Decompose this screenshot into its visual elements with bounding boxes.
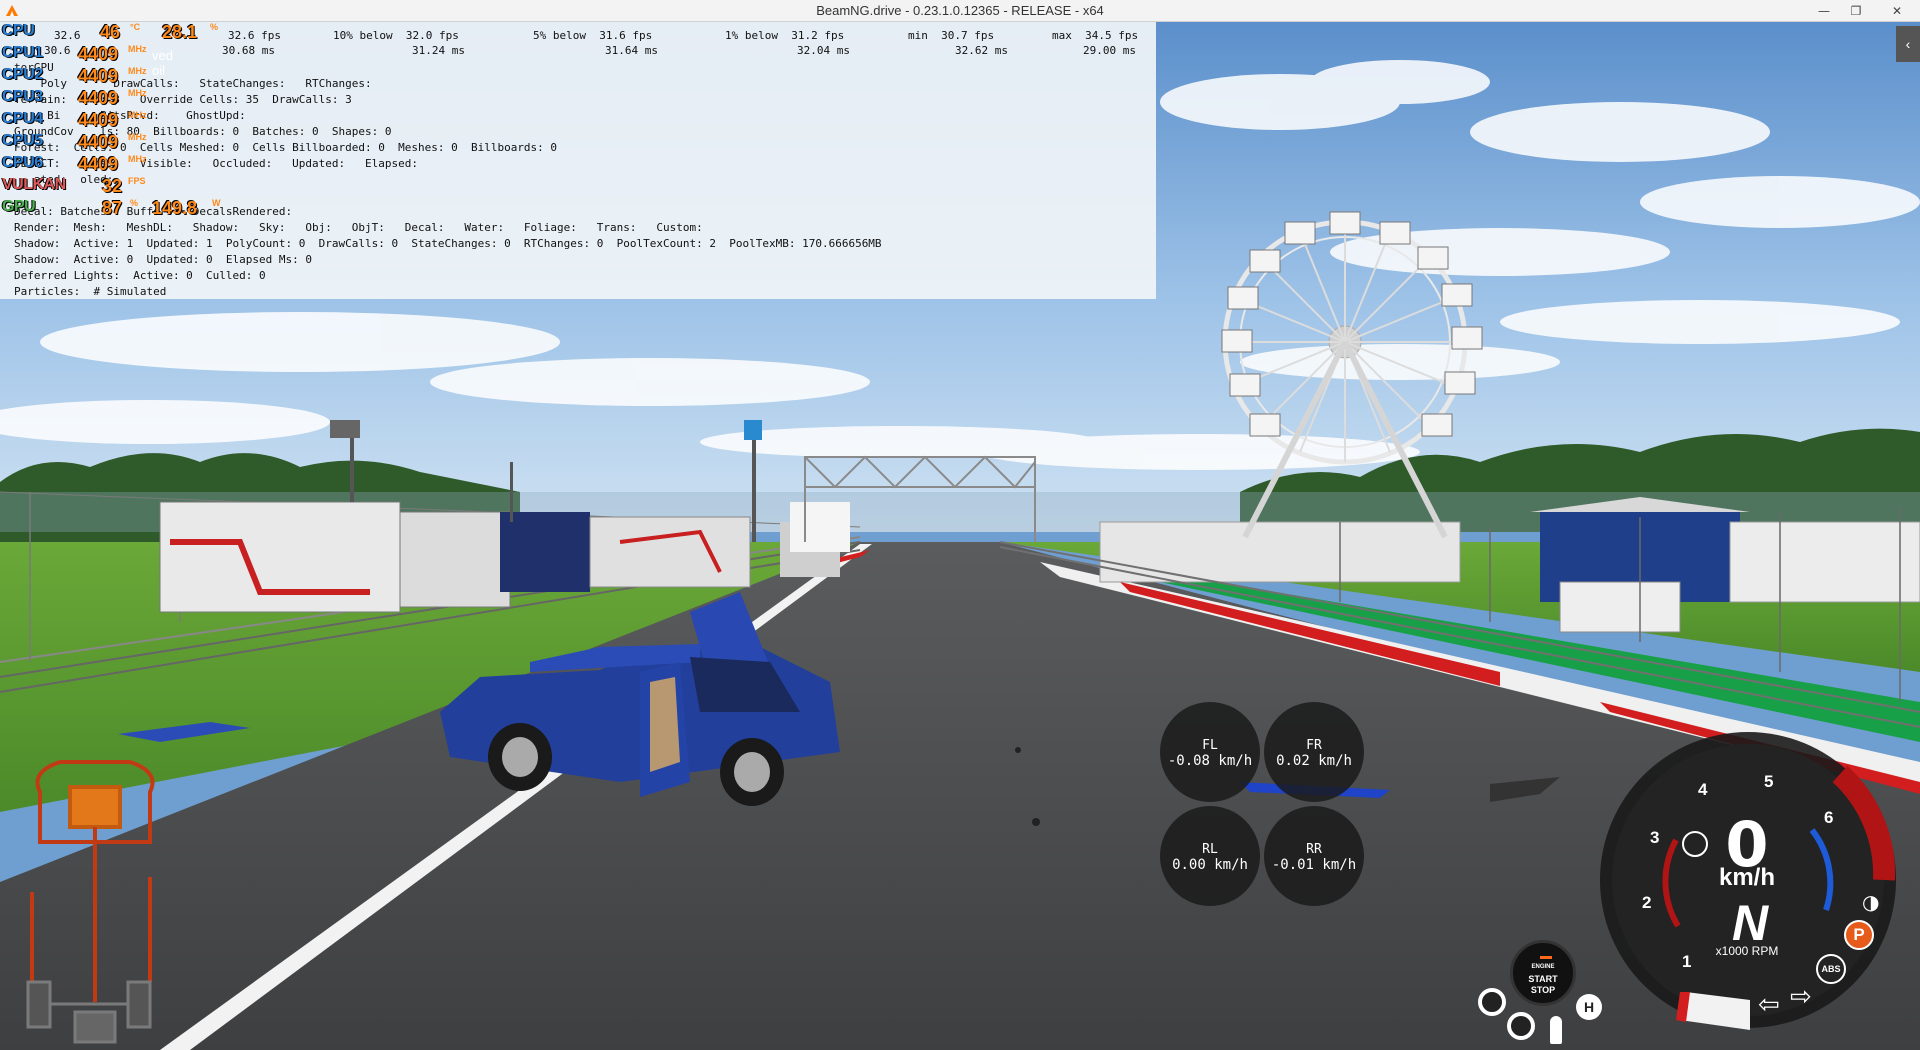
hardware-monitor-overlay: CPU 46 °C 28.1 % CPU1 4409 MHz ved oil C… xyxy=(0,22,240,218)
debug-line: Render: Mesh: MeshDL: Shadow: Sky: Obj: … xyxy=(14,221,703,234)
fps-1pct: 1% below 31.2 fps xyxy=(725,29,845,42)
stop-label: STOP xyxy=(1530,985,1556,995)
engine-label: ENGINE xyxy=(1531,964,1555,970)
fps-max: max 34.5 fps xyxy=(1052,29,1139,42)
ab-unit: FPS xyxy=(128,176,146,186)
ab-cpu-temp: 46 xyxy=(100,22,121,42)
parking-label: P xyxy=(1853,925,1865,944)
side-panel-toggle[interactable]: ‹ xyxy=(1896,26,1920,62)
ab-clock: 4409 xyxy=(78,154,119,174)
wheel-speed: 0.00 km/h xyxy=(1172,857,1248,873)
ab-clock: 4409 xyxy=(78,66,119,86)
ms-max: 29.00 ms xyxy=(1083,44,1136,57)
wheel-speed-fl: FL -0.08 km/h xyxy=(1160,702,1260,802)
wheel-label: RL xyxy=(1202,842,1218,857)
ab-label: CPU xyxy=(2,22,35,39)
engine-start-stop-button[interactable]: ENGINE START STOP xyxy=(1510,940,1576,1006)
wheel-speed-rr: RR -0.01 km/h xyxy=(1264,806,1364,906)
ms-5pct: 31.64 ms xyxy=(605,44,658,57)
fps-10pct: 10% below 32.0 fps xyxy=(333,29,459,42)
abs-label: ABS xyxy=(1821,964,1841,974)
ab-cpu-load: 28.1 xyxy=(162,22,198,42)
ab-unit: MHz xyxy=(128,110,147,120)
ab-clock: 4409 xyxy=(78,110,119,130)
wheel-speed: -0.08 km/h xyxy=(1167,753,1253,769)
abs-icon: ABS xyxy=(1816,954,1846,984)
ab-label: VULKAN xyxy=(2,176,66,193)
ab-unit: W xyxy=(212,198,221,208)
ms-min: 32.62 ms xyxy=(955,44,1008,57)
close-button[interactable]: ✕ xyxy=(1874,0,1920,22)
ab-unit: MHz xyxy=(128,132,147,142)
ab-gpu-power: 149.8 xyxy=(152,198,198,218)
debug-line: Particles: # Simulated xyxy=(14,285,167,298)
rpm-label: x1000 RPM xyxy=(1715,944,1779,958)
wheel-label: FL xyxy=(1202,738,1218,753)
rpm-tick: 3 xyxy=(1650,828,1660,847)
fps-5pct: 5% below 31.6 fps xyxy=(533,29,653,42)
hold-icon: H xyxy=(1576,994,1602,1020)
debug-line: Shadow: Active: 1 Updated: 1 PolyCount: … xyxy=(14,237,882,250)
ab-unit: MHz xyxy=(128,154,147,164)
ab-label: CPU4 xyxy=(2,110,43,127)
steering-icon xyxy=(1550,1016,1562,1044)
arrow-right-icon: ⇨ xyxy=(1790,982,1812,1012)
ms-10pct: 31.24 ms xyxy=(412,44,465,57)
tire-icon xyxy=(1507,1012,1535,1040)
ab-clock: 4409 xyxy=(78,88,119,108)
start-label: START xyxy=(1528,974,1558,984)
rpm-tick: 2 xyxy=(1642,893,1652,912)
wheel-label: FR xyxy=(1306,738,1322,753)
ab-label: CPU6 xyxy=(2,154,43,171)
ms-1pct: 32.04 ms xyxy=(797,44,850,57)
fps-min: min 30.7 fps xyxy=(908,29,995,42)
ab-label: GPU xyxy=(2,198,36,215)
wheel-speed: 0.02 km/h xyxy=(1276,753,1352,769)
ab-fps: 32 xyxy=(102,176,123,196)
tire-icon xyxy=(1478,988,1506,1016)
wheel-label: RR xyxy=(1306,842,1322,857)
engine-indicator-light xyxy=(1540,956,1552,959)
ab-clock: 4409 xyxy=(78,132,119,152)
ab-label: CPU2 xyxy=(2,66,43,83)
ab-unit: MHz xyxy=(128,66,147,76)
ab-label: CPU5 xyxy=(2,132,43,149)
ab-unit: °C xyxy=(130,22,141,32)
speed-unit: km/h xyxy=(1718,864,1775,891)
minimize-button[interactable]: — xyxy=(1810,0,1838,22)
wheel-speed-rl: RL 0.00 km/h xyxy=(1160,806,1260,906)
wheel-speed: -0.01 km/h xyxy=(1271,857,1357,873)
rpm-tick: 5 xyxy=(1764,772,1774,791)
ab-unit: MHz xyxy=(128,88,147,98)
arrow-left-icon: ⇦ xyxy=(1758,990,1780,1020)
window-title: BeamNG.drive - 0.23.1.0.12365 - RELEASE … xyxy=(816,3,1104,18)
debug-line: Deferred Lights: Active: 0 Culled: 0 xyxy=(14,269,266,282)
ab-faded-text: ved oil xyxy=(152,48,173,78)
debug-line: Shadow: Active: 0 Updated: 0 Elapsed Ms:… xyxy=(14,253,313,266)
wheel-speed-fr: FR 0.02 km/h xyxy=(1264,702,1364,802)
ab-label: CPU1 xyxy=(2,44,43,61)
title-bar: BeamNG.drive - 0.23.1.0.12365 - RELEASE … xyxy=(0,0,1920,22)
restore-button[interactable]: ❐ xyxy=(1842,0,1870,22)
rpm-tick: 6 xyxy=(1824,808,1834,827)
parking-brake-icon[interactable]: P xyxy=(1844,920,1874,950)
ab-gpu-load: 87 xyxy=(102,198,123,218)
headlight-icon: ◑ xyxy=(1862,890,1880,914)
ab-unit: % xyxy=(210,22,219,32)
chevron-left-icon: ‹ xyxy=(1905,36,1911,52)
ab-unit: % xyxy=(130,198,139,208)
ab-unit: MHz xyxy=(128,44,147,54)
ab-clock: 4409 xyxy=(78,44,119,64)
rpm-tick: 4 xyxy=(1698,780,1708,799)
ab-label: CPU3 xyxy=(2,88,43,105)
hold-label: H xyxy=(1583,999,1595,1015)
